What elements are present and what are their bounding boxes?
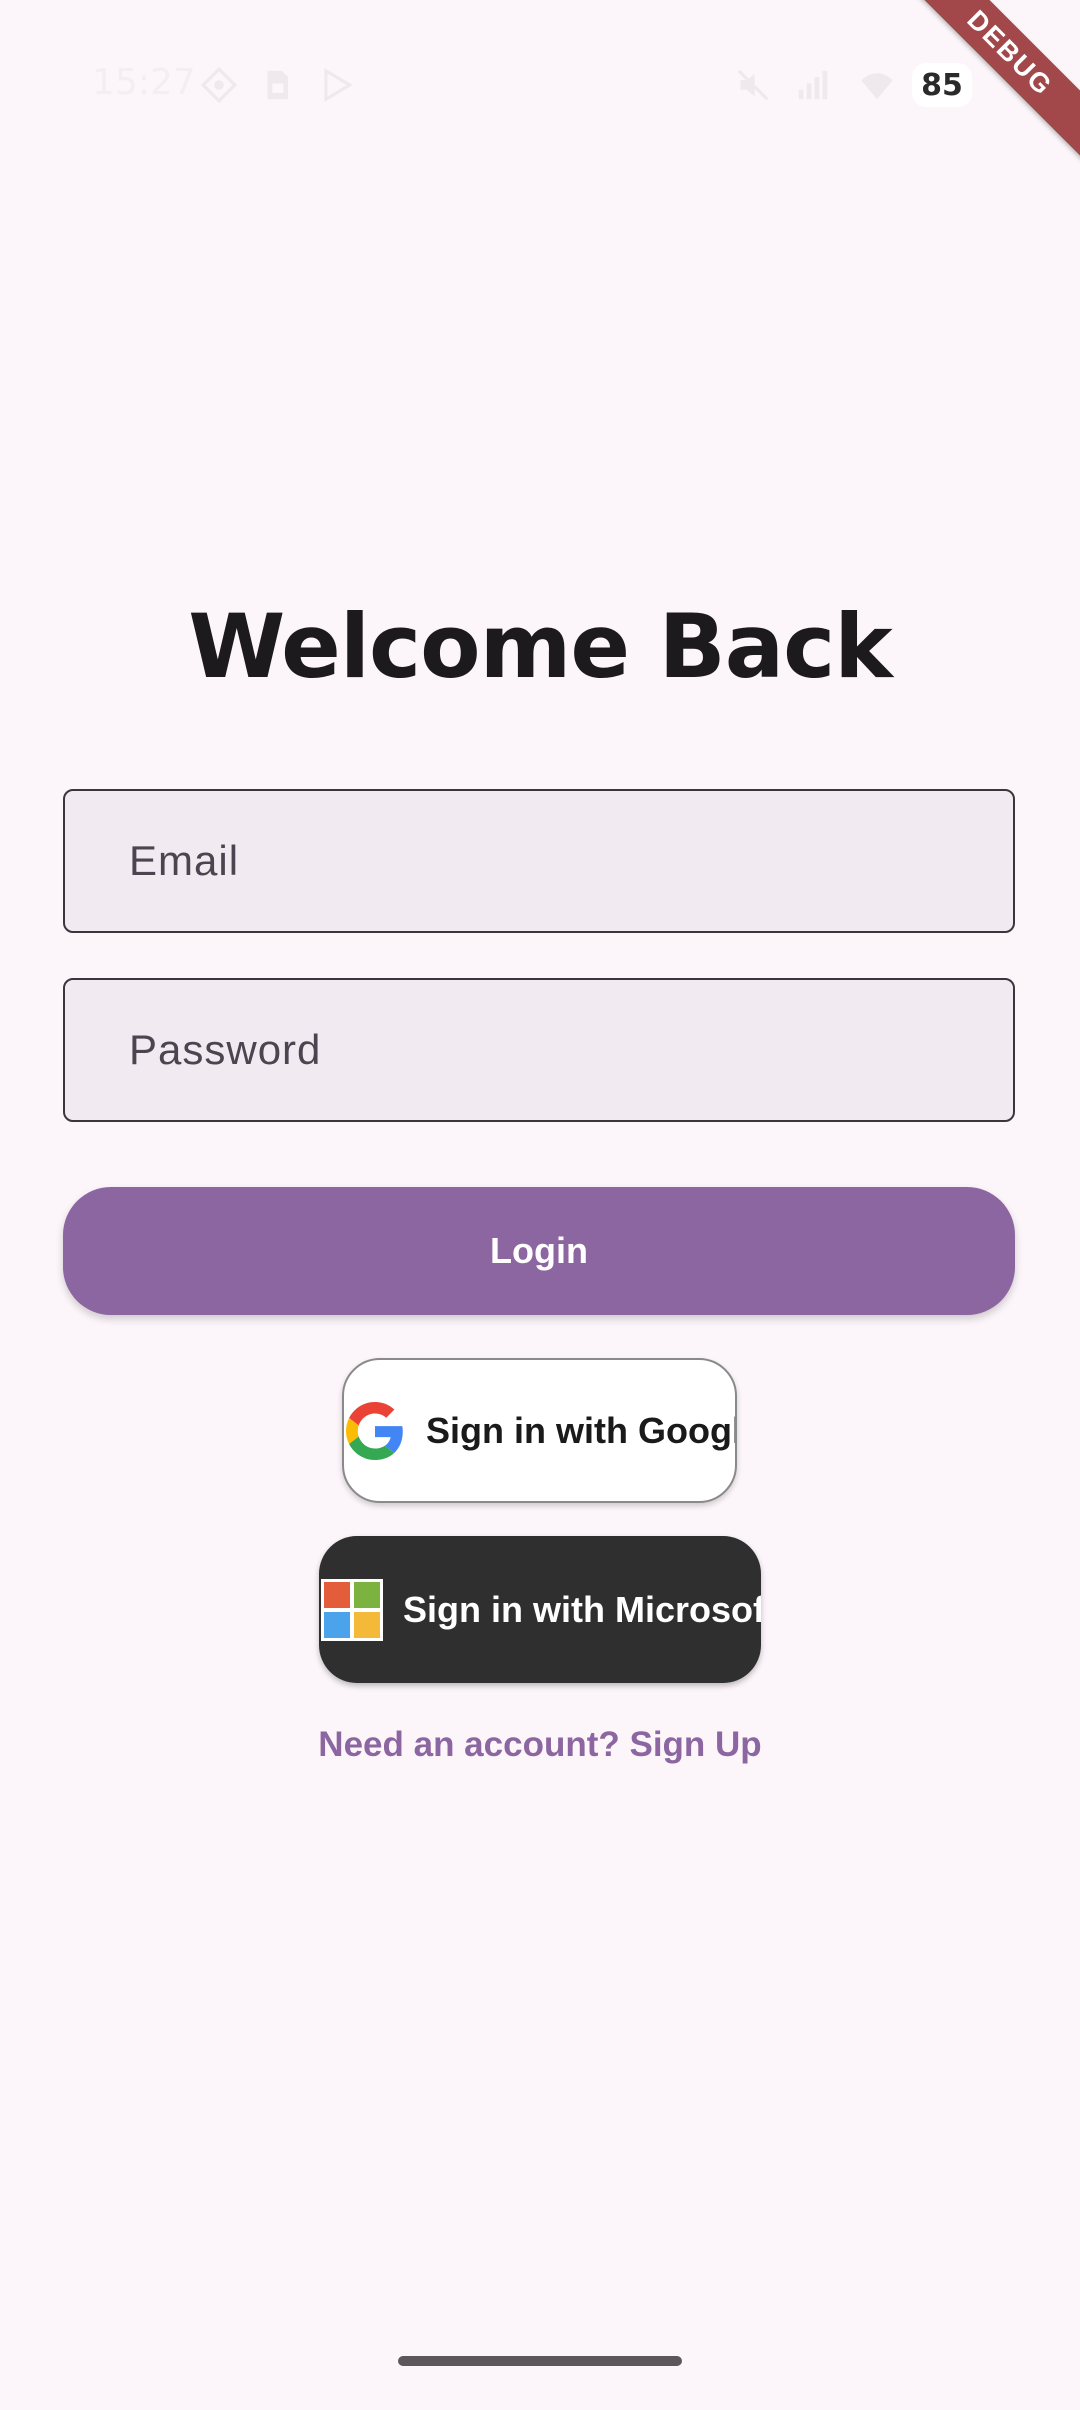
google-sign-in-button[interactable]: Sign in with Google <box>342 1358 737 1503</box>
mute-icon <box>734 66 772 104</box>
battery-icon: 85 <box>912 63 972 107</box>
location-icon <box>200 66 238 104</box>
microsoft-button-label: Sign in with Microsoft <box>403 1588 761 1630</box>
status-bar: 15:27 85 <box>0 0 1080 170</box>
signup-link[interactable]: Need an account? Sign Up <box>0 1725 1080 1765</box>
login-screen: 15:27 85 DEBUG Welcome Back Login <box>0 0 1080 2410</box>
microsoft-icon <box>321 1578 383 1641</box>
microsoft-sign-in-button[interactable]: Sign in with Microsoft <box>319 1536 761 1683</box>
email-field[interactable] <box>65 791 1013 931</box>
status-time: 15:27 <box>92 62 196 103</box>
wifi-icon <box>858 66 896 104</box>
page-title: Welcome Back <box>188 595 893 698</box>
play-store-icon <box>318 66 356 104</box>
password-field[interactable] <box>65 980 1013 1120</box>
google-button-label: Sign in with Google <box>426 1409 737 1451</box>
password-field-container <box>63 978 1015 1122</box>
email-field-container <box>63 789 1015 933</box>
google-icon <box>346 1401 403 1460</box>
sim-card-icon <box>258 66 296 104</box>
signal-icon <box>794 66 832 104</box>
login-button[interactable]: Login <box>63 1187 1015 1315</box>
home-indicator[interactable] <box>398 2356 682 2366</box>
